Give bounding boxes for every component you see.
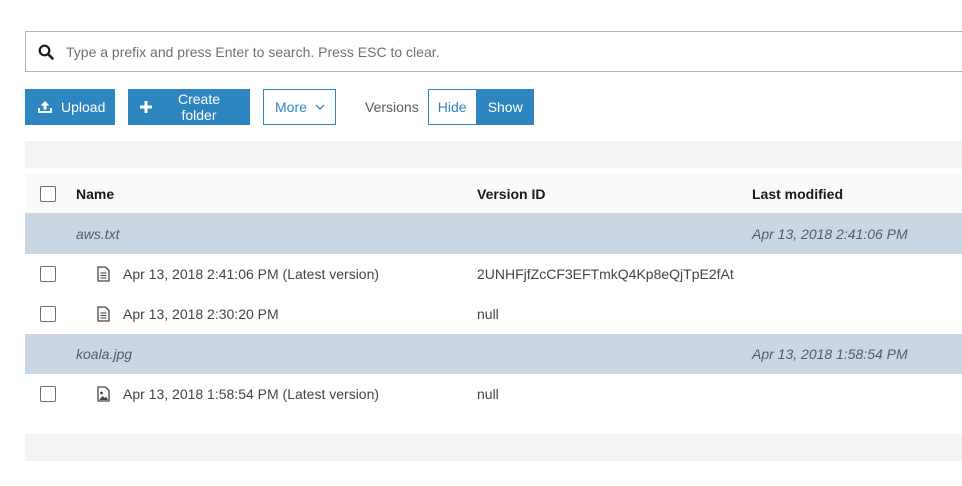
table-header: Name Version ID Last modified: [25, 174, 962, 214]
search-icon: [38, 44, 54, 60]
row-checkbox[interactable]: [40, 386, 56, 402]
search-input[interactable]: [66, 43, 962, 60]
toolbar: Upload Create folder More Versions Hide …: [25, 89, 534, 125]
chevron-down-icon: [315, 104, 325, 110]
version-row[interactable]: Apr 13, 2018 2:30:20 PM null: [25, 294, 962, 334]
document-icon: [97, 306, 111, 322]
plus-icon: [140, 101, 152, 113]
document-icon: [97, 266, 111, 282]
version-row[interactable]: Apr 13, 2018 1:58:54 PM (Latest version)…: [25, 374, 962, 414]
object-last-modified: Apr 13, 2018 1:58:54 PM: [752, 346, 908, 362]
show-versions-button[interactable]: Show: [476, 89, 534, 125]
objects-table: Name Version ID Last modified aws.txt Ap…: [25, 174, 962, 414]
upload-button[interactable]: Upload: [25, 89, 115, 125]
more-label: More: [275, 99, 307, 115]
table-top-band: [25, 141, 962, 168]
version-id: null: [477, 386, 499, 402]
version-row[interactable]: Apr 13, 2018 2:41:06 PM (Latest version)…: [25, 254, 962, 294]
select-all-checkbox[interactable]: [40, 185, 56, 202]
hide-versions-button[interactable]: Hide: [427, 89, 477, 125]
row-checkbox[interactable]: [40, 266, 56, 282]
column-header-version-id[interactable]: Version ID: [477, 186, 545, 202]
image-icon: [97, 386, 111, 402]
table-bottom-band: [25, 434, 962, 461]
upload-label: Upload: [61, 99, 106, 115]
create-folder-button[interactable]: Create folder: [128, 89, 250, 125]
column-header-name[interactable]: Name: [76, 186, 114, 202]
version-id: null: [477, 306, 499, 322]
upload-icon: [37, 100, 53, 114]
versions-toggle: Hide Show: [427, 89, 534, 125]
object-row-aws-txt[interactable]: aws.txt Apr 13, 2018 2:41:06 PM: [25, 214, 962, 254]
version-name-link[interactable]: Apr 13, 2018 1:58:54 PM (Latest version): [123, 386, 379, 402]
version-name-link[interactable]: Apr 13, 2018 2:30:20 PM: [123, 306, 279, 322]
version-name-link[interactable]: Apr 13, 2018 2:41:06 PM (Latest version): [123, 266, 379, 282]
object-name[interactable]: aws.txt: [76, 226, 120, 242]
object-last-modified: Apr 13, 2018 2:41:06 PM: [752, 226, 908, 242]
versions-label: Versions: [365, 99, 419, 115]
version-id: 2UNHFjfZcCF3EFTmkQ4Kp8eQjTpE2fAt: [477, 266, 734, 282]
create-folder-label: Create folder: [177, 91, 221, 123]
row-checkbox[interactable]: [40, 306, 56, 322]
object-row-koala-jpg[interactable]: koala.jpg Apr 13, 2018 1:58:54 PM: [25, 334, 962, 374]
search-bar[interactable]: [25, 31, 962, 72]
column-header-last-modified[interactable]: Last modified: [752, 186, 843, 202]
more-dropdown-button[interactable]: More: [263, 89, 336, 125]
object-name[interactable]: koala.jpg: [76, 346, 132, 362]
